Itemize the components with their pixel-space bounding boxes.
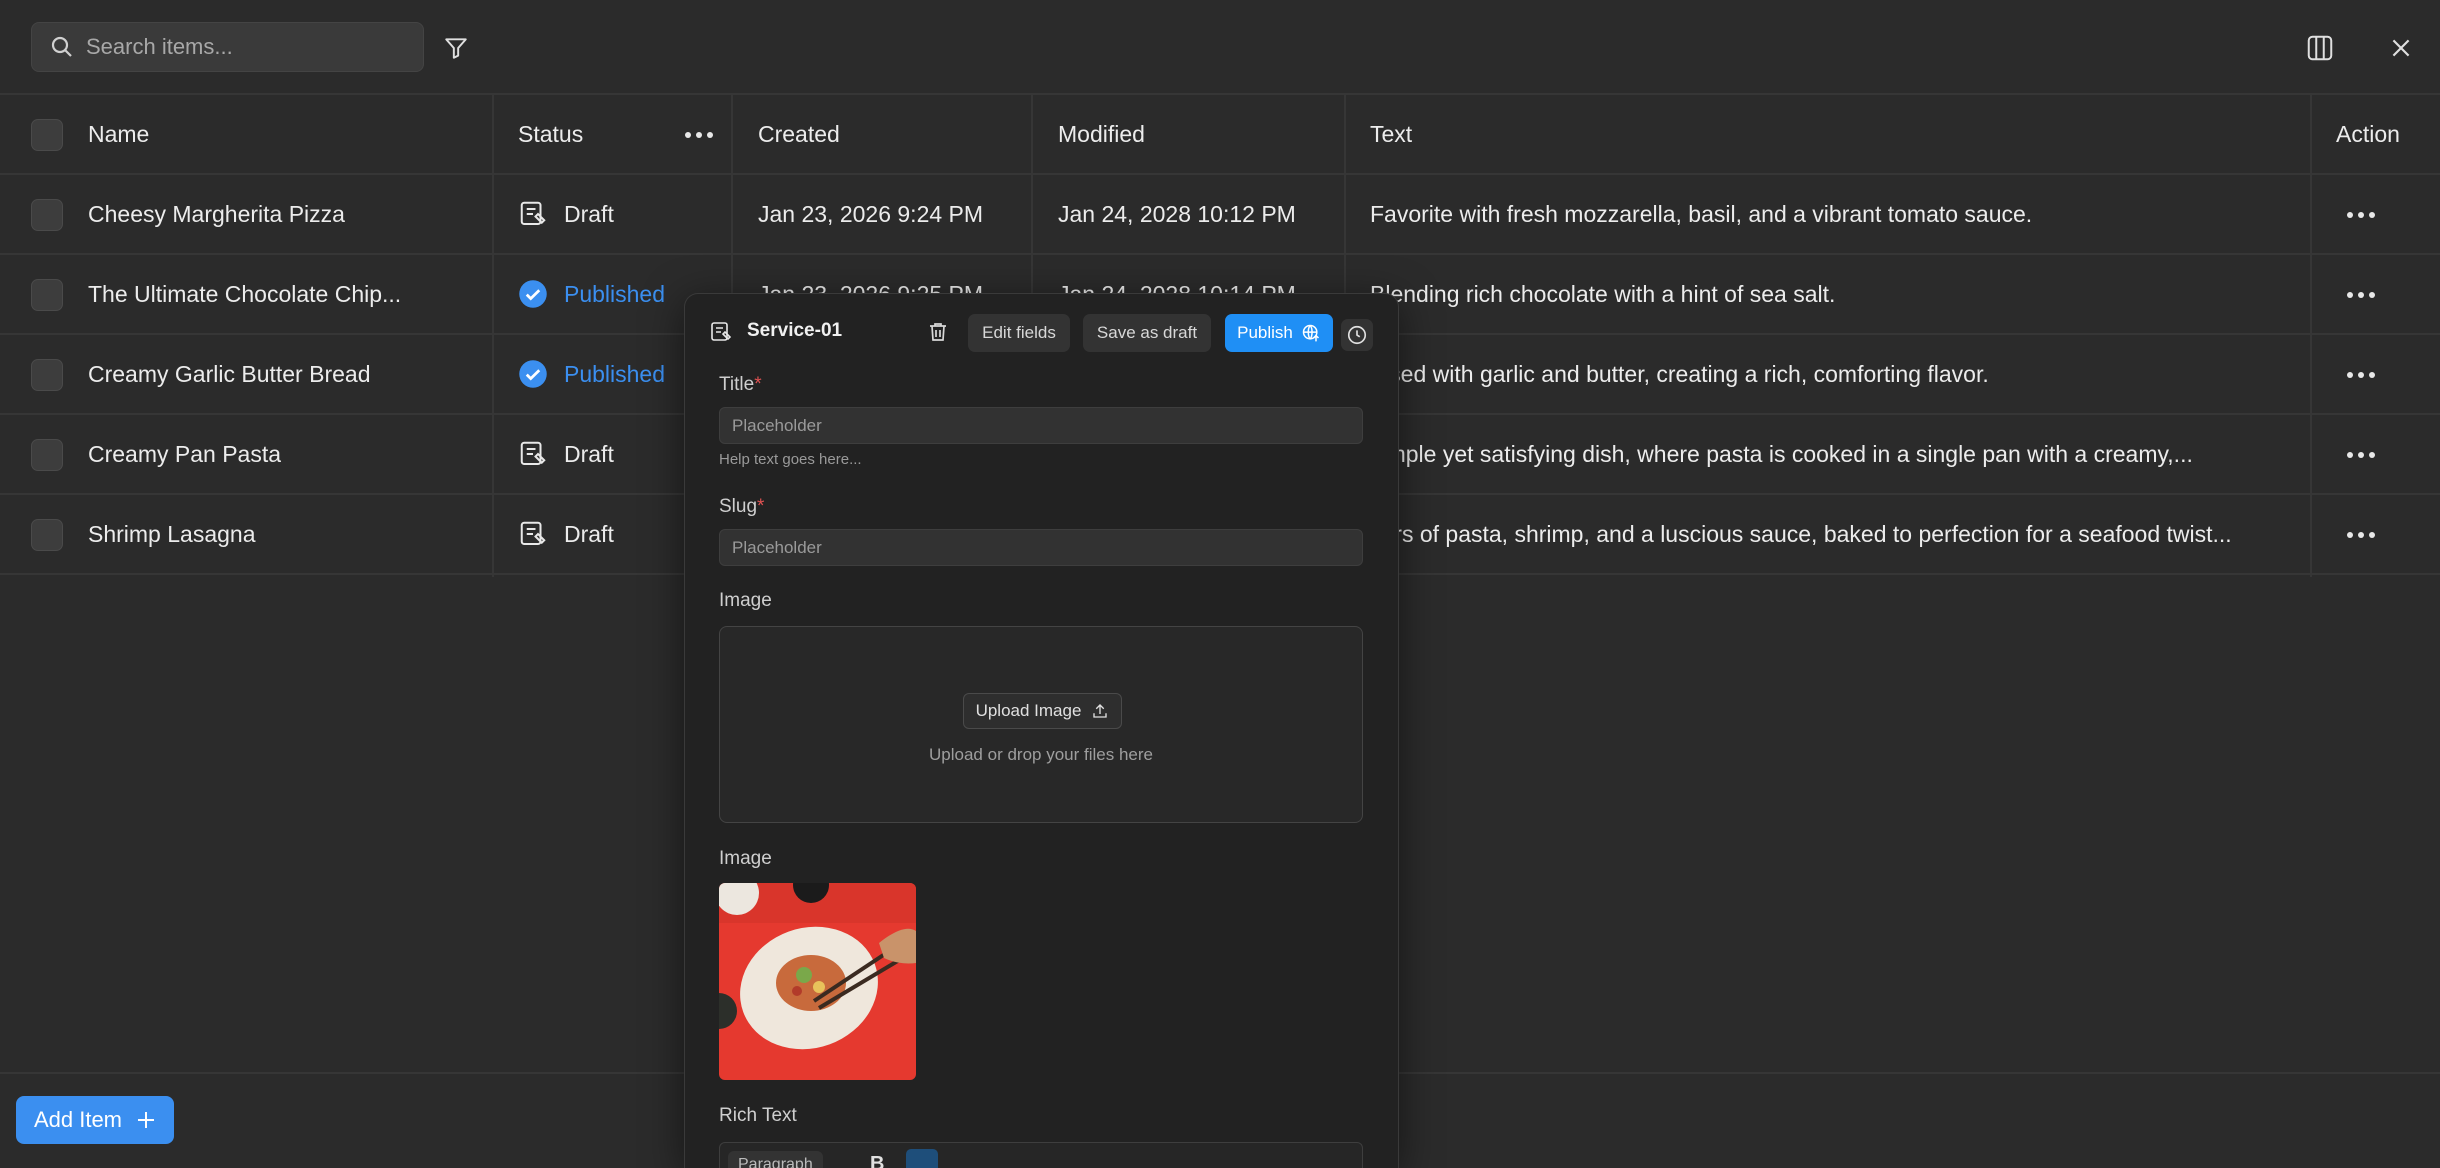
panel-title: Service-01 bbox=[747, 320, 843, 341]
search-box[interactable] bbox=[31, 22, 424, 72]
status-label: Draft bbox=[564, 440, 614, 467]
history-icon[interactable] bbox=[1341, 319, 1373, 351]
upload-hint: Upload or drop your files here bbox=[929, 745, 1153, 764]
rich-text-label: Rich Text bbox=[719, 1105, 797, 1126]
search-icon bbox=[51, 36, 72, 57]
close-icon[interactable] bbox=[2385, 32, 2417, 64]
draft-icon bbox=[518, 199, 548, 229]
row-checkbox[interactable] bbox=[31, 519, 63, 551]
status-badge: Published bbox=[518, 255, 665, 333]
edit-item-panel: Service-01 Edit fields Save as draft Pub… bbox=[684, 293, 1399, 1168]
row-checkbox[interactable] bbox=[31, 439, 63, 471]
column-header-created[interactable]: Created bbox=[758, 95, 840, 173]
image-field-label: Image bbox=[719, 590, 772, 611]
status-badge: Draft bbox=[518, 495, 614, 573]
row-text: Blending rich chocolate with a hint of s… bbox=[1370, 280, 1836, 307]
column-header-text[interactable]: Text bbox=[1370, 95, 1412, 173]
row-text: yers of pasta, shrimp, and a luscious sa… bbox=[1370, 520, 2232, 547]
status-label: Draft bbox=[564, 200, 614, 227]
draft-icon bbox=[518, 519, 548, 549]
upload-image-label: Upload Image bbox=[975, 701, 1082, 720]
row-action-menu-icon[interactable] bbox=[2347, 292, 2375, 298]
title-field-label: Title* bbox=[719, 374, 762, 395]
row-action-menu-icon[interactable] bbox=[2347, 372, 2375, 378]
trash-icon[interactable] bbox=[926, 320, 950, 349]
slug-input[interactable] bbox=[719, 529, 1363, 566]
upload-icon bbox=[1093, 704, 1108, 718]
status-badge: Published bbox=[518, 335, 665, 413]
publish-label: Publish bbox=[1237, 323, 1293, 342]
select-all-checkbox[interactable] bbox=[31, 119, 63, 151]
rich-text-toolbar: Paragraph B bbox=[719, 1142, 1363, 1168]
top-toolbar bbox=[0, 0, 2440, 95]
row-checkbox[interactable] bbox=[31, 359, 63, 391]
table-header: Name Status Created Modified Text Action bbox=[0, 95, 2440, 175]
status-badge: Draft bbox=[518, 415, 614, 493]
check-circle-icon bbox=[518, 279, 548, 309]
row-checkbox[interactable] bbox=[31, 199, 63, 231]
row-action-menu-icon[interactable] bbox=[2347, 532, 2375, 538]
image-dropzone[interactable]: Upload Image Upload or drop your files h… bbox=[719, 626, 1363, 823]
italic-icon[interactable] bbox=[906, 1149, 938, 1168]
row-name: The Ultimate Chocolate Chip... bbox=[88, 280, 402, 307]
plus-icon bbox=[138, 1112, 155, 1128]
publish-button[interactable]: Publish bbox=[1225, 314, 1333, 352]
search-input[interactable] bbox=[86, 34, 406, 60]
row-checkbox[interactable] bbox=[31, 279, 63, 311]
add-item-label: Add Item bbox=[33, 1107, 123, 1132]
status-badge: Draft bbox=[518, 175, 614, 253]
title-input[interactable] bbox=[719, 407, 1363, 444]
row-name: Creamy Garlic Butter Bread bbox=[88, 360, 371, 387]
slug-field-label: Slug* bbox=[719, 496, 765, 517]
filter-icon[interactable] bbox=[440, 32, 472, 64]
columns-icon[interactable] bbox=[2304, 32, 2336, 64]
edit-fields-button[interactable]: Edit fields bbox=[968, 314, 1070, 352]
modified-date: Jan 24, 2028 10:12 PM bbox=[1058, 200, 1296, 227]
food-image-thumbnail[interactable] bbox=[719, 883, 916, 1080]
column-header-action: Action bbox=[2336, 120, 2400, 147]
draft-icon bbox=[518, 439, 548, 469]
image-preview-label: Image bbox=[719, 848, 772, 869]
upload-image-button[interactable]: Upload Image bbox=[963, 693, 1122, 729]
row-text: Favorite with fresh mozzarella, basil, a… bbox=[1370, 200, 2033, 227]
row-action-menu-icon[interactable] bbox=[2347, 212, 2375, 218]
status-label: Published bbox=[564, 360, 666, 387]
paragraph-style-select[interactable]: Paragraph bbox=[728, 1151, 823, 1168]
created-date: Jan 23, 2026 9:24 PM bbox=[758, 200, 984, 227]
row-name: Creamy Pan Pasta bbox=[88, 440, 282, 467]
status-label: Published bbox=[564, 280, 666, 307]
check-circle-icon bbox=[518, 359, 548, 389]
status-label: Draft bbox=[564, 520, 614, 547]
save-draft-button[interactable]: Save as draft bbox=[1083, 314, 1211, 352]
status-column-menu-icon[interactable] bbox=[685, 132, 713, 138]
column-header-name[interactable]: Name bbox=[88, 95, 149, 173]
row-name: Cheesy Margherita Pizza bbox=[88, 200, 345, 227]
bold-icon[interactable]: B bbox=[870, 1153, 884, 1168]
add-item-button[interactable]: Add Item bbox=[16, 1096, 174, 1144]
document-icon bbox=[709, 320, 733, 349]
row-text: simple yet satisfying dish, where pasta … bbox=[1370, 440, 2193, 467]
row-name: Shrimp Lasagna bbox=[88, 520, 256, 547]
title-help-text: Help text goes here... bbox=[719, 451, 862, 468]
column-header-status[interactable]: Status bbox=[518, 95, 583, 173]
column-header-modified[interactable]: Modified bbox=[1058, 95, 1145, 173]
publish-icon bbox=[1302, 324, 1319, 342]
row-action-menu-icon[interactable] bbox=[2347, 452, 2375, 458]
table-row[interactable]: Cheesy Margherita Pizza Draft Jan 23, 20… bbox=[0, 175, 2440, 255]
row-text: fused with garlic and butter, creating a… bbox=[1370, 360, 1989, 387]
